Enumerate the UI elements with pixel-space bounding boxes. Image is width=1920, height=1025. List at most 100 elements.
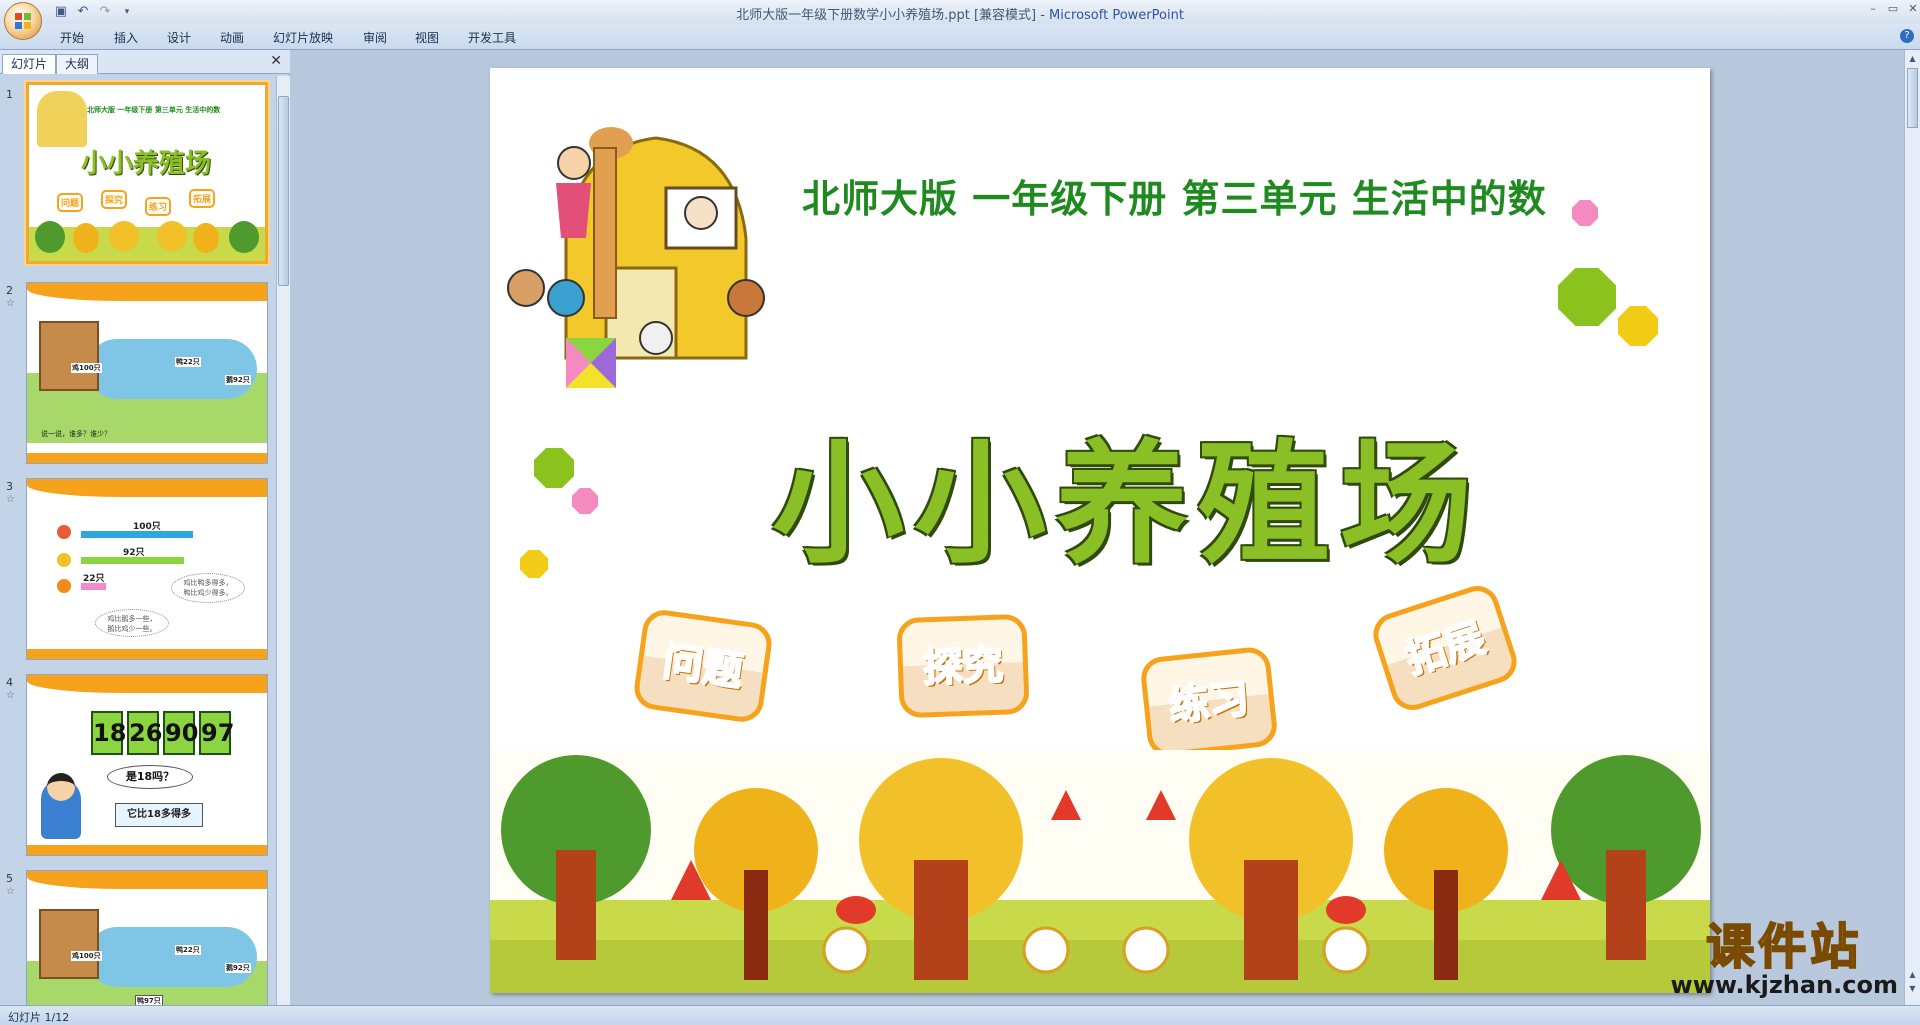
- site-watermark: 课件站 www.kjzhan.com: [1670, 919, 1898, 999]
- status-bar: 幻灯片 1/12: [0, 1005, 1920, 1025]
- question-button[interactable]: 问题: [631, 607, 775, 725]
- decorative-green-dot: [1558, 268, 1616, 326]
- slide-canvas[interactable]: 北师大版 一年级下册 第三单元 生活中的数 小小养殖场 问题 探究 练习 拓展: [490, 68, 1710, 993]
- tab-slideshow[interactable]: 幻灯片放映: [273, 29, 333, 46]
- thumbnail-slide-1[interactable]: 北师大版 一年级下册 第三单元 生活中的数 小小养殖场 问题 探究 练习 拓展: [26, 82, 268, 264]
- thumb-bar: [81, 557, 185, 564]
- decorative-yellow-dot: [520, 550, 548, 578]
- thumb-header: [27, 675, 267, 693]
- thumbnail-number: 5: [6, 872, 13, 885]
- tab-home[interactable]: 开始: [60, 29, 84, 46]
- watermark-brand: 课件站: [1705, 919, 1863, 975]
- slide-scroll-thumb[interactable]: [1907, 68, 1918, 128]
- transition-star-icon: ☆: [6, 298, 15, 309]
- panel-scroll-thumb[interactable]: [278, 96, 289, 286]
- thumbnail-number: 4: [6, 676, 13, 689]
- goose-icon: [57, 579, 71, 593]
- thumb-button: 练习: [145, 197, 172, 216]
- tab-design[interactable]: 设计: [167, 29, 191, 46]
- cartoon-animals-illustration: [507, 127, 765, 388]
- minimize-icon[interactable]: –: [1862, 2, 1884, 16]
- thumbnail-number: 1: [6, 88, 13, 101]
- help-icon[interactable]: ?: [1900, 29, 1914, 43]
- ribbon-tab-bar: 开始 插入 设计 动画 幻灯片放映 审阅 视图 开发工具 ?: [0, 24, 1920, 50]
- thumb-button: 拓展: [189, 189, 216, 208]
- thumb-footer: [27, 649, 267, 659]
- thumb-caption: 说一说，谁多？谁少？: [41, 430, 111, 438]
- thumb-number-card: 26: [127, 711, 162, 755]
- panel-close-icon[interactable]: ✕: [270, 53, 282, 69]
- explore-button[interactable]: 探究: [896, 613, 1030, 719]
- office-button[interactable]: [4, 2, 42, 40]
- decorative-pink-dot: [572, 488, 598, 514]
- window-title: 北师大版一年级下册数学小小养殖场.ppt [兼容模式] - Microsoft …: [736, 8, 1184, 23]
- chicken-icon: [57, 525, 71, 539]
- tab-slides[interactable]: 幻灯片: [2, 54, 57, 74]
- prev-slide-icon[interactable]: ▲: [1907, 970, 1918, 979]
- slide-scrollbar[interactable]: ▲ ▲ ▼: [1904, 50, 1920, 1005]
- transition-star-icon: ☆: [6, 690, 15, 701]
- scroll-up-icon[interactable]: ▲: [1907, 54, 1918, 63]
- thumb-number-card: 18: [91, 711, 126, 755]
- thumb-question-bubble: 是18吗？: [107, 765, 193, 789]
- restore-icon[interactable]: ▭: [1882, 2, 1904, 16]
- thumb-cartoon: [37, 91, 87, 147]
- thumb-header: [27, 871, 267, 889]
- thumb-label: 鸭22只: [175, 945, 201, 955]
- thumb-speech-bubble: 鸡比鸭多得多， 鸭比鸡少得多。: [171, 573, 245, 603]
- thumb-label: 鸡100只: [71, 951, 102, 961]
- thumb-answer-box: 它比18多得多: [115, 803, 203, 827]
- thumbnail-number: 2: [6, 284, 13, 297]
- thumb-header: [27, 283, 267, 301]
- thumb-label: 鸡100只: [71, 363, 102, 373]
- duck-icon: [57, 553, 71, 567]
- thumb-house: [39, 909, 99, 979]
- thumb-bar: [81, 531, 193, 538]
- tab-view[interactable]: 视图: [415, 29, 439, 46]
- slide-title: 小小养殖场: [772, 427, 1482, 582]
- tab-review[interactable]: 审阅: [363, 29, 387, 46]
- thumb-label: 鹅92只: [225, 375, 251, 385]
- thumbnail-list: 1 北师大版 一年级下册 第三单元 生活中的数 小小养殖场 问题 探究 练习 拓…: [0, 76, 276, 1005]
- thumbnail-slide-5[interactable]: 鸡100只 鸭22只 鹅92只 鸭97只: [26, 870, 268, 1005]
- thumbnail-number: 3: [6, 480, 13, 493]
- thumb-label: 鸭97只: [135, 995, 163, 1005]
- thumbnail-slide-2[interactable]: 鸡100只 鸭22只 鹅92只 说一说，谁多？谁少？: [26, 282, 268, 464]
- transition-star-icon: ☆: [6, 494, 15, 505]
- tab-animation[interactable]: 动画: [220, 29, 244, 46]
- practice-button[interactable]: 练习: [1139, 645, 1279, 759]
- decorative-yellow-dot: [1618, 306, 1658, 346]
- thumb-number-card: 90: [163, 711, 198, 755]
- slide-indicator: 幻灯片 1/12: [8, 1011, 70, 1024]
- watermark-url: www.kjzhan.com: [1670, 971, 1898, 999]
- extend-button[interactable]: 拓展: [1367, 580, 1523, 716]
- thumb-river: [87, 339, 257, 399]
- decorative-pink-dot: [1572, 200, 1598, 226]
- panel-scrollbar[interactable]: [276, 76, 290, 1005]
- thumb-boy-figure: [41, 773, 81, 839]
- thumb-footer: [27, 453, 267, 463]
- thumb-footer: [27, 845, 267, 855]
- thumb-button: 问题: [57, 193, 84, 212]
- slide-subtitle: 北师大版 一年级下册 第三单元 生活中的数: [802, 177, 1547, 221]
- thumbnail-slide-3[interactable]: 100只 92只 22只 鸡比鸭多得多， 鸭比鸡少得多。 鸡比鹅多一些， 鹅比鸡…: [26, 478, 268, 660]
- title-bar: ▣ ↶ ↷ ▾ 北师大版一年级下册数学小小养殖场.ppt [兼容模式] - Mi…: [0, 0, 1920, 24]
- slides-panel: 幻灯片 大纲 ✕ 1 北师大版 一年级下册 第三单元 生活中的数 小小养殖场 问…: [0, 50, 290, 1005]
- panel-tabs: 幻灯片 大纲 ✕: [0, 50, 290, 74]
- thumb-house: [39, 321, 99, 391]
- next-slide-icon[interactable]: ▼: [1907, 984, 1918, 993]
- thumb-button: 探究: [101, 190, 128, 209]
- tab-outline[interactable]: 大纲: [56, 54, 99, 74]
- tab-insert[interactable]: 插入: [114, 29, 138, 46]
- thumb-title: 小小养殖场: [81, 149, 212, 179]
- thumb-river: [87, 927, 257, 987]
- decorative-green-dot: [534, 448, 574, 488]
- close-icon[interactable]: ✕: [1902, 2, 1920, 16]
- transition-star-icon: ☆: [6, 886, 15, 897]
- office-logo-icon: [15, 13, 31, 29]
- thumb-header: [27, 479, 267, 497]
- thumbnail-slide-4[interactable]: 18 26 90 97 是18吗？ 它比18多得多: [26, 674, 268, 856]
- thumb-bar: [81, 583, 106, 590]
- thumb-label: 鹅92只: [225, 963, 251, 973]
- tab-developer[interactable]: 开发工具: [468, 29, 516, 46]
